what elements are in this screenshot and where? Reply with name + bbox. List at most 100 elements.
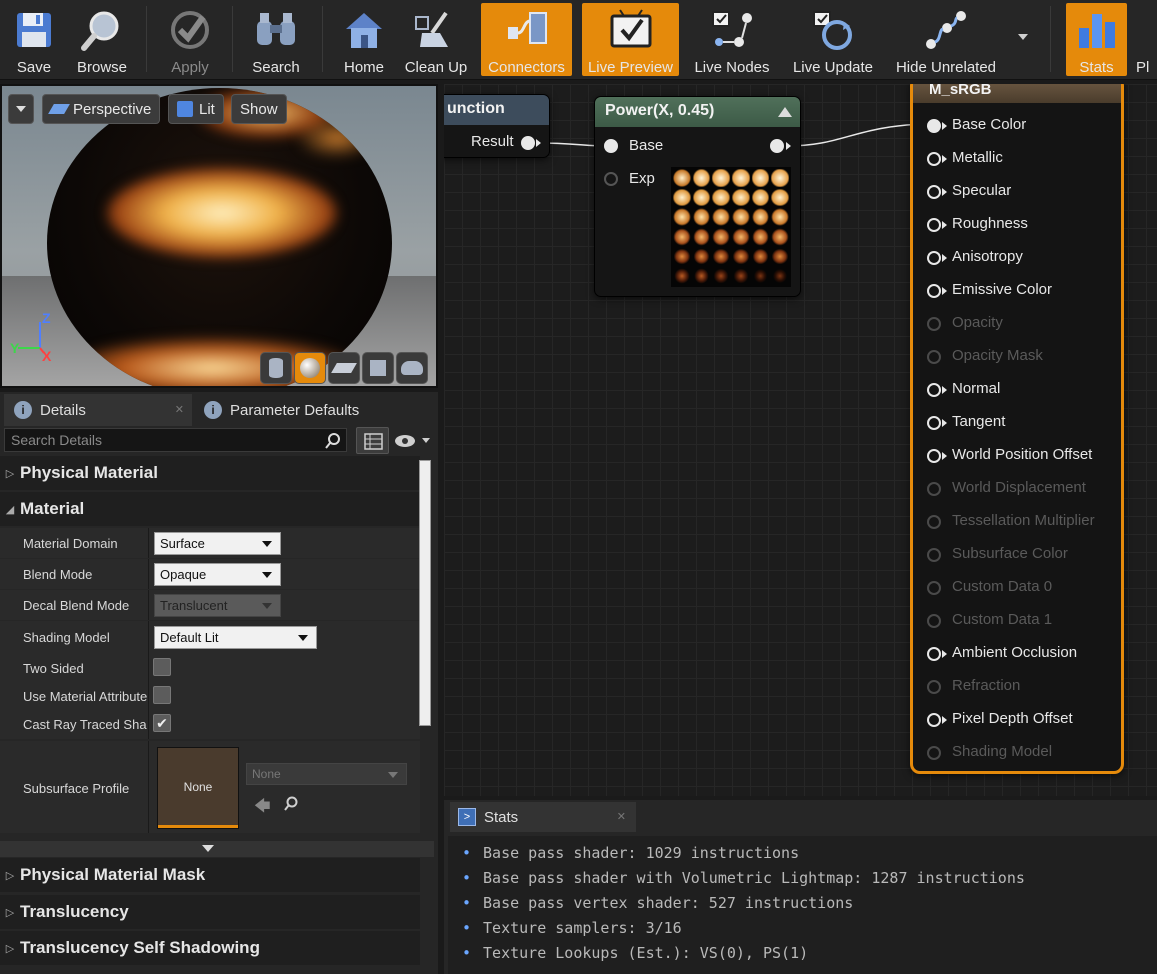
material-input-pin-label: Tessellation Multiplier <box>952 512 1095 529</box>
save-icon <box>11 7 57 53</box>
live-preview-button[interactable]: Live Preview <box>582 3 679 76</box>
material-input-pin-label: Roughness <box>952 215 1028 232</box>
use-material-attributes-checkbox[interactable] <box>153 686 171 704</box>
material-domain-dropdown[interactable]: Surface <box>154 532 281 555</box>
material-input-pin-label: Anisotropy <box>952 248 1023 265</box>
platforms-button[interactable]: Pl <box>1136 3 1157 76</box>
close-tab-icon[interactable]: ✕ <box>175 403 184 416</box>
blend-mode-dropdown[interactable]: Opaque <box>154 563 281 586</box>
material-input-pin[interactable] <box>927 713 941 727</box>
category-physical-material[interactable]: ▷ Physical Material <box>0 456 420 490</box>
material-input-pin <box>927 350 941 364</box>
cube-icon <box>370 360 386 376</box>
browse-icon <box>79 7 125 53</box>
preview-sphere-button[interactable] <box>294 352 326 384</box>
live-nodes-button[interactable]: Live Nodes <box>690 3 774 76</box>
material-input-pin-label: World Position Offset <box>952 446 1093 463</box>
live-preview-icon <box>608 7 654 53</box>
toolbar-overflow-chevron-icon[interactable] <box>1018 34 1028 40</box>
details-scrollbar[interactable] <box>419 460 431 726</box>
expand-arrow-icon: ▷ <box>5 467 15 480</box>
browse-asset-search-icon[interactable] <box>283 796 299 812</box>
property-blend-mode: Blend Mode Opaque <box>0 559 420 589</box>
hide-unrelated-icon <box>923 7 969 53</box>
clean-up-button[interactable]: Clean Up <box>400 3 472 76</box>
collapse-arrow-icon: ◢ <box>5 503 15 516</box>
tab-parameter-defaults[interactable]: i Parameter Defaults <box>194 394 374 426</box>
preview-plane-button[interactable] <box>328 352 360 384</box>
eye-icon <box>395 435 430 447</box>
view-mode-lit-button[interactable]: Lit <box>168 94 224 124</box>
subsurface-profile-asset-picker[interactable]: None <box>246 763 407 785</box>
toolbar: Save Browse Apply Search Home Clean Up C… <box>0 0 1157 80</box>
power-node[interactable]: Power(X, 0.45) Base Exp <box>594 96 801 297</box>
category-translucency[interactable]: ▷ Translucency <box>0 895 420 929</box>
details-panel: i Details ✕ i Parameter Defaults Search … <box>0 392 438 974</box>
visibility-options-button[interactable] <box>394 430 434 452</box>
show-flags-button[interactable]: Show <box>231 94 287 124</box>
category-translucency-self-shadowing[interactable]: ▷ Translucency Self Shadowing <box>0 931 420 965</box>
material-input-pin[interactable] <box>927 185 941 199</box>
tab-details[interactable]: i Details ✕ <box>4 394 192 426</box>
tab-stats[interactable]: > Stats ✕ <box>450 802 636 832</box>
viewport-options-dropdown[interactable] <box>8 94 34 124</box>
two-sided-checkbox[interactable] <box>153 658 171 676</box>
search-button[interactable]: Search <box>244 3 308 76</box>
material-input-pin[interactable] <box>927 449 941 463</box>
shading-model-dropdown[interactable]: Default Lit <box>154 626 317 649</box>
exp-input-pin[interactable] <box>604 172 618 186</box>
home-button[interactable]: Home <box>336 3 392 76</box>
close-tab-icon[interactable]: ✕ <box>617 810 626 823</box>
chevron-down-icon <box>388 772 398 778</box>
stats-button[interactable]: Stats <box>1066 3 1127 76</box>
hide-unrelated-button[interactable]: Hide Unrelated <box>890 3 1002 76</box>
search-details-input[interactable]: Search Details <box>4 428 347 452</box>
category-material[interactable]: ◢ Material <box>0 492 420 526</box>
subsurface-profile-thumbnail[interactable]: None <box>157 747 239 829</box>
material-node-title: M_sRGB <box>913 84 1121 103</box>
material-input-pin[interactable] <box>927 218 941 232</box>
live-update-button[interactable]: Live Update <box>788 3 878 76</box>
property-two-sided: Two Sided <box>0 653 420 683</box>
material-result-node[interactable]: M_sRGB Base Color Metallic Specular Roughne… <box>910 84 1124 774</box>
material-input-pin-label: Specular <box>952 182 1012 199</box>
advanced-expander[interactable] <box>0 841 434 857</box>
base-input-pin[interactable] <box>604 139 618 153</box>
plane-icon <box>331 363 357 373</box>
stats-console-icon: > <box>458 808 476 826</box>
preview-teapot-button[interactable] <box>396 352 428 384</box>
material-input-pin[interactable] <box>927 119 941 133</box>
function-node[interactable]: unction Result <box>444 94 550 158</box>
power-output-pin[interactable] <box>770 139 784 153</box>
collapse-triangle-icon[interactable] <box>778 107 792 117</box>
material-input-pin[interactable] <box>927 284 941 298</box>
connectors-button[interactable]: Connectors <box>481 3 572 76</box>
browse-button[interactable]: Browse <box>70 3 134 76</box>
property-matrix-button[interactable] <box>356 427 389 454</box>
material-input-pin[interactable] <box>927 416 941 430</box>
material-input-pin <box>927 614 941 628</box>
material-input-pin-label: Emissive Color <box>952 281 1053 298</box>
category-physical-material-mask[interactable]: ▷ Physical Material Mask <box>0 858 420 892</box>
stat-line: • Base pass shader with Volumetric Lightm… <box>462 869 1025 887</box>
material-input-pin[interactable] <box>927 647 941 661</box>
save-button[interactable]: Save <box>4 3 64 76</box>
material-input-pin <box>927 548 941 562</box>
preview-viewport[interactable]: Perspective Lit Show Z Y X <box>0 84 438 388</box>
decal-blend-mode-dropdown: Translucent <box>154 594 281 617</box>
material-graph-canvas[interactable]: unction Result Power(X, 0.45) Base Exp M… <box>444 84 1157 796</box>
apply-button[interactable]: Apply <box>160 3 220 76</box>
material-input-pin[interactable] <box>927 152 941 166</box>
expand-arrow-icon: ▷ <box>5 906 15 919</box>
material-input-pin[interactable] <box>927 251 941 265</box>
preview-cube-button[interactable] <box>362 352 394 384</box>
chevron-down-icon <box>262 603 272 609</box>
use-selected-arrow-icon[interactable]: 🡄 <box>254 795 271 822</box>
preview-sphere <box>47 88 392 386</box>
cast-ray-traced-shadows-checkbox[interactable]: ✔ <box>153 714 171 732</box>
preview-cylinder-button[interactable] <box>260 352 292 384</box>
toolbar-separator <box>1050 6 1051 72</box>
perspective-button[interactable]: Perspective <box>42 94 161 124</box>
material-input-pin[interactable] <box>927 383 941 397</box>
result-output-pin[interactable] <box>521 136 535 150</box>
